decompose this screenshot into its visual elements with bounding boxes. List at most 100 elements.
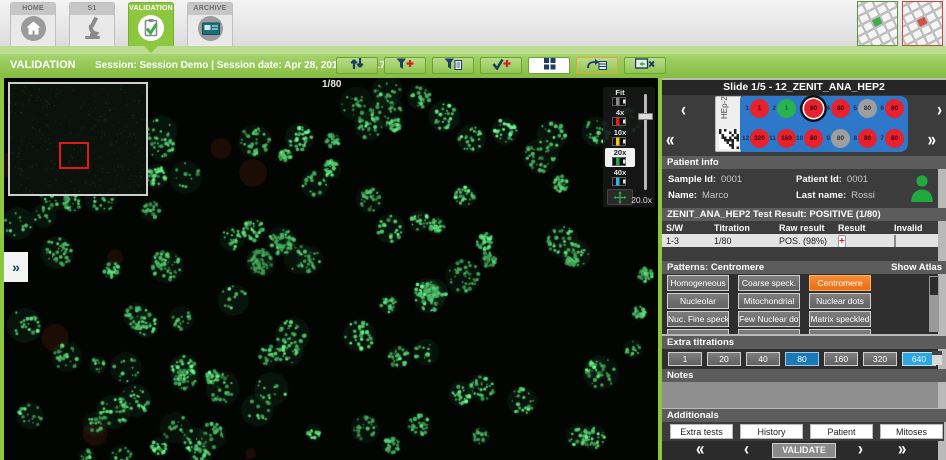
well-circle[interactable]: 80 bbox=[885, 129, 904, 148]
well-4[interactable]: 4 80 bbox=[823, 99, 850, 118]
extra-titrations-row: 1 20 40 80 160 320 640 bbox=[662, 349, 938, 369]
well-circle[interactable]: 80 bbox=[885, 99, 904, 118]
zoom-slider-handle[interactable] bbox=[638, 113, 653, 120]
well-circle[interactable]: 80 bbox=[804, 129, 823, 148]
zoom-20x-button[interactable]: 20x bbox=[605, 148, 635, 167]
send-to-list-button[interactable] bbox=[576, 57, 618, 74]
mitoses-button[interactable]: Mitoses bbox=[880, 424, 943, 439]
well-11[interactable]: 11 160 bbox=[769, 129, 796, 148]
pan-tool-button[interactable] bbox=[607, 189, 633, 205]
well-5[interactable]: 5 80 bbox=[850, 99, 877, 118]
well-7[interactable]: 7 80 bbox=[877, 129, 904, 148]
filter-report-button[interactable] bbox=[432, 57, 474, 74]
extra-tests-button[interactable]: Extra tests bbox=[670, 424, 733, 439]
well-circle[interactable]: 160 bbox=[777, 129, 796, 148]
titration-button-640[interactable]: 640 bbox=[902, 352, 936, 366]
tab-home[interactable]: HOME bbox=[10, 2, 56, 46]
pattern-button-nuclear-dots[interactable]: Nuclear dots bbox=[809, 293, 871, 309]
well-3[interactable]: 3 80 bbox=[796, 99, 823, 118]
last-slide-button[interactable]: » bbox=[928, 132, 934, 150]
sort-button[interactable] bbox=[336, 57, 378, 74]
pattern-button-few-nuclear-dots[interactable]: Few Nuclear dots bbox=[738, 311, 800, 327]
expand-sidebar-button[interactable]: » bbox=[4, 252, 28, 282]
close-screen-button[interactable] bbox=[624, 57, 666, 74]
result-table-row[interactable]: 1-3 1/80 POS. (98%) + bbox=[662, 234, 938, 247]
well-circle[interactable]: 80 bbox=[831, 99, 850, 118]
validate-key-button[interactable] bbox=[857, 1, 898, 46]
zoom-fit-button[interactable]: Fit bbox=[605, 88, 635, 107]
pattern-button-nuc-fine-speck-[interactable]: Nuc. Fine speck. bbox=[667, 311, 729, 327]
zoom-4x-button[interactable]: 4x bbox=[605, 108, 635, 127]
well-circle[interactable]: 1 bbox=[750, 99, 769, 118]
patient-button[interactable]: Patient bbox=[810, 424, 873, 439]
zoom-10x-button[interactable]: 10x bbox=[605, 128, 635, 147]
col-s-w: S/W bbox=[666, 223, 714, 233]
pattern-button-centromere[interactable]: Centromere bbox=[809, 275, 871, 291]
filter-add-button[interactable] bbox=[384, 57, 426, 74]
titration-button-1[interactable]: 1 bbox=[668, 352, 702, 366]
section-title: VALIDATION bbox=[10, 59, 76, 71]
well-circle[interactable]: 80 bbox=[831, 129, 850, 148]
next-well-button[interactable]: › bbox=[858, 439, 863, 459]
view-region-rectangle[interactable] bbox=[59, 142, 89, 169]
first-slide-button[interactable]: « bbox=[666, 132, 672, 150]
well-2[interactable]: 2 1 bbox=[769, 99, 796, 118]
overview-thumbnail[interactable] bbox=[8, 82, 148, 196]
prev-slide-button[interactable]: ‹ bbox=[681, 102, 686, 120]
fluorescence-viewer[interactable]: 1/80 » Fit 4x 10x 20x 40x bbox=[4, 78, 658, 460]
abort-key-button[interactable] bbox=[902, 1, 943, 46]
well-number: 3 bbox=[796, 105, 803, 112]
col-invalid: Invalid bbox=[894, 223, 940, 233]
pattern-button-partial[interactable] bbox=[738, 329, 800, 334]
tab-archive[interactable]: ARCHIVE bbox=[187, 2, 233, 46]
well-circle[interactable]: 320 bbox=[750, 129, 769, 148]
objective-icon bbox=[612, 177, 628, 186]
well-12[interactable]: 12 320 bbox=[742, 129, 769, 148]
titration-button-40[interactable]: 40 bbox=[746, 352, 780, 366]
pattern-button-nucleolar[interactable]: Nucleolar bbox=[667, 293, 729, 309]
well-1[interactable]: 1 1 bbox=[742, 99, 769, 118]
well-titration-value: 80 bbox=[837, 105, 844, 112]
pattern-button-partial[interactable] bbox=[809, 329, 871, 334]
invalid-checkbox[interactable] bbox=[894, 235, 896, 247]
notes-input[interactable] bbox=[662, 382, 938, 408]
pattern-button-coarse-speck-[interactable]: Coarse speck. bbox=[738, 275, 800, 291]
overview-canvas bbox=[10, 84, 146, 194]
first-well-button[interactable]: « bbox=[696, 439, 702, 459]
next-slide-button[interactable]: › bbox=[937, 102, 942, 120]
patient-person-icon[interactable] bbox=[910, 174, 934, 202]
titration-button-320[interactable]: 320 bbox=[863, 352, 897, 366]
titrations-scroll-thumb[interactable] bbox=[932, 351, 942, 355]
tab-validation[interactable]: VALIDATION bbox=[128, 2, 174, 46]
last-well-button[interactable]: » bbox=[898, 439, 904, 459]
history-button[interactable]: History bbox=[740, 424, 803, 439]
titration-button-20[interactable]: 20 bbox=[707, 352, 741, 366]
validate-button[interactable]: VALIDATE bbox=[772, 443, 836, 458]
zoom-slider-track[interactable] bbox=[644, 94, 647, 190]
grid-view-button[interactable] bbox=[528, 57, 570, 74]
zoom-button-list: Fit 4x 10x 20x 40x bbox=[603, 88, 655, 187]
pattern-button-partial[interactable] bbox=[667, 329, 729, 334]
titration-button-160[interactable]: 160 bbox=[824, 352, 858, 366]
well-10[interactable]: 10 80 bbox=[796, 129, 823, 148]
pattern-button-mitochondrial[interactable]: Mitochondrial bbox=[738, 293, 800, 309]
well-circle[interactable]: 80 bbox=[858, 99, 877, 118]
patterns-scroll-thumb[interactable] bbox=[930, 277, 938, 295]
titration-button-80[interactable]: 80 bbox=[785, 352, 819, 366]
show-atlas-link[interactable]: Show Atlas bbox=[891, 261, 942, 274]
patterns-scrollbar[interactable] bbox=[929, 276, 939, 332]
pattern-button-homogeneous[interactable]: Homogeneous bbox=[667, 275, 729, 291]
tab-s1[interactable]: S1 bbox=[69, 2, 115, 46]
well-6[interactable]: 6 80 bbox=[877, 99, 904, 118]
well-circle[interactable]: 80 bbox=[804, 99, 823, 118]
well-circle[interactable]: 1 bbox=[777, 99, 796, 118]
prev-well-button[interactable]: ‹ bbox=[744, 439, 749, 459]
check-add-button[interactable] bbox=[480, 57, 522, 74]
well-8[interactable]: 8 80 bbox=[850, 129, 877, 148]
pattern-button-matrix-speckled[interactable]: Matrix speckled bbox=[809, 311, 871, 327]
well-9[interactable]: 9 80 bbox=[823, 129, 850, 148]
plus-positive-icon[interactable]: + bbox=[838, 235, 846, 248]
zoom-40x-button[interactable]: 40x bbox=[605, 168, 635, 187]
well-circle[interactable]: 80 bbox=[858, 129, 877, 148]
titrations-scrollbar[interactable] bbox=[932, 351, 942, 365]
